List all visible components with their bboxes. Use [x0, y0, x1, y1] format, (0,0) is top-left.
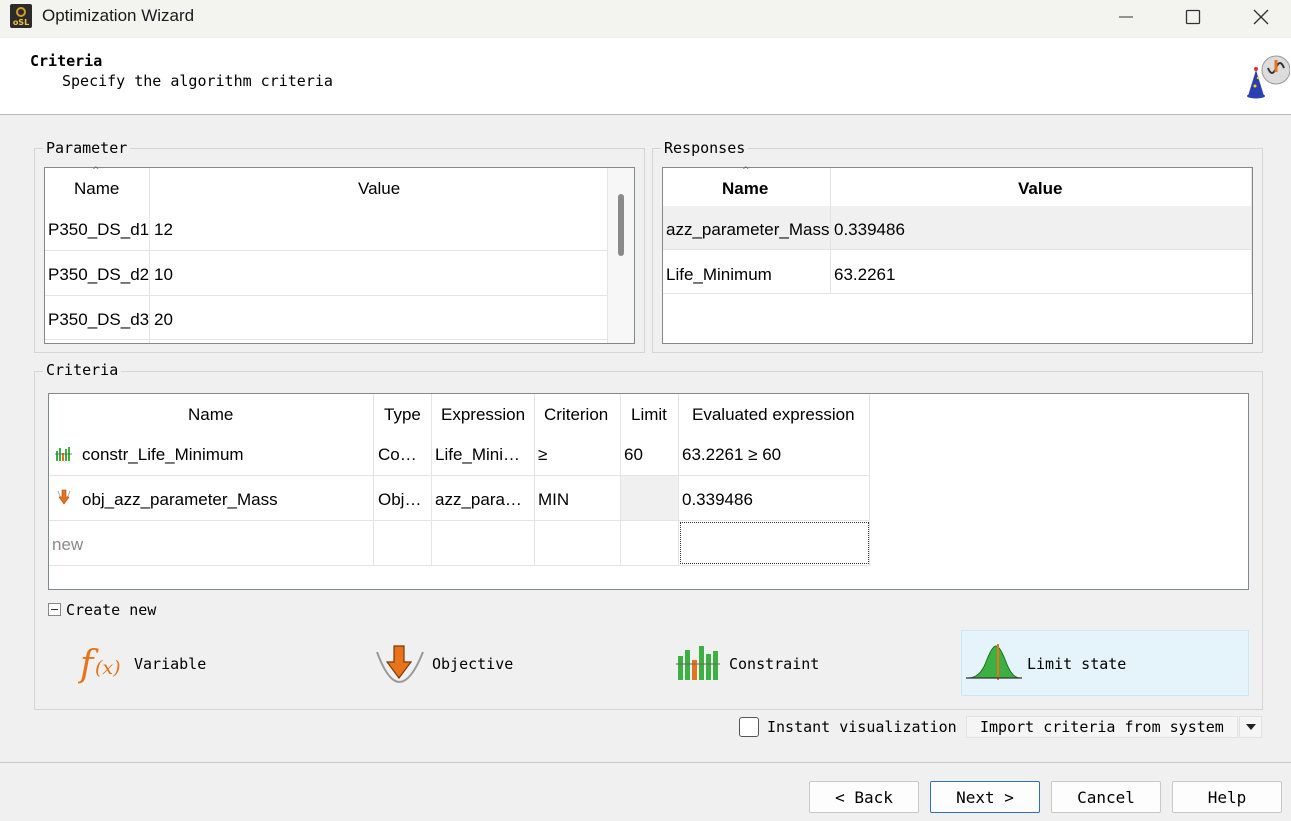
- column-header-name[interactable]: Name: [188, 405, 233, 425]
- column-header-value[interactable]: Value: [1018, 179, 1062, 199]
- column-header-value[interactable]: Value: [358, 179, 400, 199]
- criteria-row-expression[interactable]: azz_para…: [435, 490, 531, 510]
- parameter-row-name[interactable]: P350_DS_d2: [48, 265, 149, 285]
- criteria-group-label: Criteria: [43, 361, 122, 379]
- column-header-expression[interactable]: Expression: [441, 405, 525, 425]
- response-row-value[interactable]: 63.2261: [834, 265, 895, 285]
- new-criterion-placeholder[interactable]: new: [52, 535, 83, 555]
- page-title: Criteria: [30, 52, 103, 70]
- constraint-bars-icon: [55, 445, 73, 465]
- instant-visualization-checkbox[interactable]: [739, 717, 759, 737]
- objective-arrow-icon: [374, 640, 426, 692]
- row-divider: [45, 250, 607, 251]
- column-header-criterion[interactable]: Criterion: [544, 405, 608, 425]
- criteria-row-evaluated: 0.339486: [682, 490, 753, 509]
- create-new-label: Create new: [66, 601, 157, 619]
- minimize-icon: [1119, 16, 1133, 18]
- column-header-type[interactable]: Type: [384, 405, 421, 425]
- objective-down-arrow-icon: [57, 489, 71, 511]
- sort-up-icon: ^: [742, 166, 750, 176]
- objective-label[interactable]: Objective: [432, 655, 513, 673]
- sort-up-icon: ^: [92, 166, 100, 176]
- criteria-row-expression[interactable]: Life_Mini…: [435, 445, 531, 465]
- criteria-row-criterion[interactable]: MIN: [538, 490, 569, 510]
- row-divider: [45, 295, 607, 296]
- footer-divider: [0, 762, 1291, 763]
- scrollbar-thumb[interactable]: [618, 194, 624, 256]
- help-button[interactable]: Help: [1172, 781, 1282, 813]
- maximize-button[interactable]: [1163, 0, 1223, 34]
- criteria-row-type[interactable]: Co…: [378, 445, 428, 465]
- criteria-row-limit[interactable]: 60: [624, 445, 643, 465]
- column-header-limit[interactable]: Limit: [631, 405, 667, 425]
- chevron-down-icon: [1245, 724, 1256, 730]
- constraint-icon: [676, 642, 720, 686]
- next-button[interactable]: Next >: [930, 781, 1040, 813]
- close-button[interactable]: [1231, 0, 1291, 34]
- app-logo-icon: oSL: [10, 4, 32, 28]
- close-icon: [1253, 9, 1269, 25]
- column-divider: [431, 394, 432, 565]
- limit-state-label[interactable]: Limit state: [1027, 655, 1126, 673]
- criteria-row-evaluated: 63.2261 ≥ 60: [682, 445, 782, 464]
- variable-label[interactable]: Variable: [134, 655, 206, 673]
- function-fx-icon: f (x): [77, 642, 128, 692]
- row-divider: [45, 339, 607, 340]
- parameter-row-value[interactable]: 10: [154, 265, 173, 285]
- response-row-name[interactable]: Life_Minimum: [666, 265, 772, 285]
- response-row-value[interactable]: 0.339486: [834, 220, 905, 240]
- column-divider: [678, 394, 679, 565]
- page-subtitle: Specify the algorithm criteria: [62, 72, 333, 90]
- minus-icon: [51, 609, 58, 610]
- parameter-row-name[interactable]: P350_DS_d1: [48, 220, 149, 240]
- column-header-name[interactable]: Name: [722, 179, 768, 199]
- column-divider: [534, 394, 535, 565]
- column-divider: [869, 394, 870, 565]
- collapse-toggle[interactable]: [48, 603, 61, 616]
- import-dropdown-button[interactable]: [1239, 716, 1262, 738]
- focused-cell[interactable]: [680, 522, 869, 564]
- back-button[interactable]: < Back: [809, 781, 919, 813]
- parameter-row-value[interactable]: 12: [154, 220, 173, 240]
- criteria-row-criterion[interactable]: ≥: [538, 445, 547, 465]
- wizard-hat-icon: [1246, 50, 1291, 100]
- row-divider: [49, 520, 870, 521]
- column-divider: [373, 394, 374, 565]
- window-title: Optimization Wizard: [42, 6, 195, 25]
- row-divider: [663, 293, 1252, 294]
- table-edge: [1251, 168, 1252, 293]
- response-row-name[interactable]: azz_parameter_Mass: [666, 220, 829, 240]
- responses-group-label: Responses: [661, 139, 749, 157]
- column-header-name[interactable]: Name: [74, 179, 119, 199]
- column-divider: [830, 168, 831, 293]
- criteria-row-name[interactable]: constr_Life_Minimum: [82, 445, 244, 465]
- limit-state-curve-icon: [966, 644, 1022, 684]
- parameter-group-label: Parameter: [43, 139, 131, 157]
- import-criteria-label[interactable]: Import criteria from system: [980, 718, 1224, 736]
- row-divider: [49, 565, 870, 566]
- row-divider: [49, 475, 870, 476]
- criteria-row-limit-disabled: [621, 476, 678, 520]
- parameter-row-value[interactable]: 20: [154, 310, 173, 330]
- maximize-icon: [1185, 9, 1201, 25]
- app-logo-text: oSL: [12, 18, 30, 27]
- row-divider: [663, 249, 1252, 250]
- criteria-row-name[interactable]: obj_azz_parameter_Mass: [82, 490, 278, 510]
- parameter-row-name[interactable]: P350_DS_d3: [48, 310, 149, 330]
- column-divider: [149, 168, 150, 343]
- cancel-button[interactable]: Cancel: [1051, 781, 1161, 813]
- minimize-button[interactable]: [1096, 0, 1156, 34]
- instant-visualization-label[interactable]: Instant visualization: [767, 718, 957, 736]
- column-header-evaluated-expression[interactable]: Evaluated expression: [692, 405, 855, 425]
- svg-text:(x): (x): [95, 657, 121, 679]
- criteria-row-type[interactable]: Obj…: [378, 490, 428, 510]
- constraint-label[interactable]: Constraint: [729, 655, 819, 673]
